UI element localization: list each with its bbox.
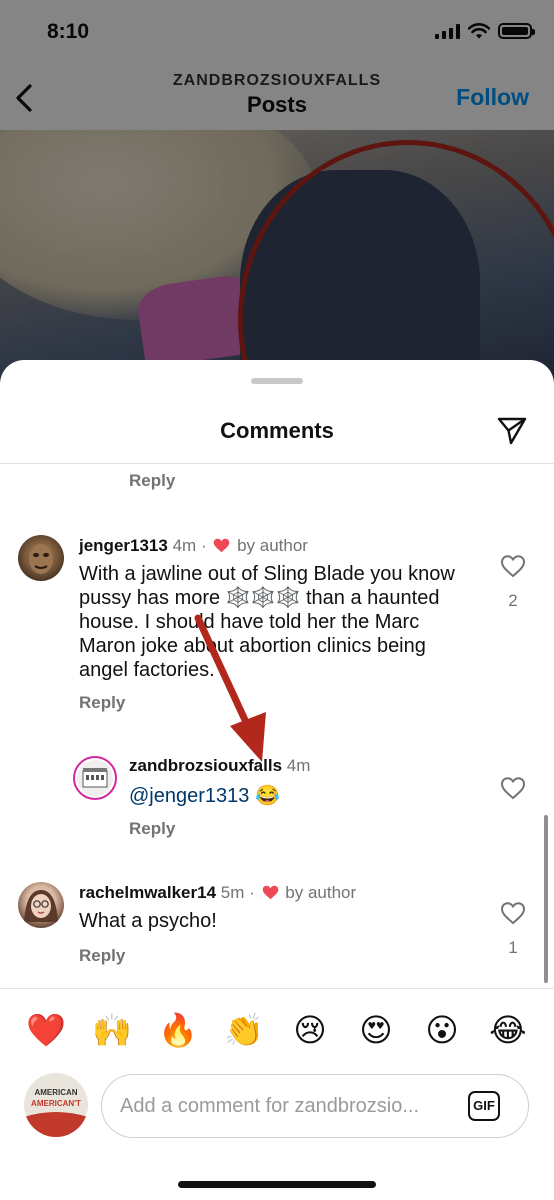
comment-username[interactable]: jenger1313 — [79, 536, 168, 555]
comment-time: 4m — [172, 536, 197, 555]
reaction-heart-eyes-emoji[interactable]: 😍 — [352, 1008, 400, 1052]
like-heart-icon[interactable] — [500, 776, 526, 800]
avatar[interactable] — [73, 756, 117, 800]
sheet-divider — [0, 463, 554, 464]
reaction-crying-emoji[interactable]: 😢 — [286, 1008, 334, 1052]
reaction-heart-emoji[interactable]: ❤️ — [22, 1008, 70, 1052]
sheet-title: Comments — [220, 418, 334, 443]
avatar[interactable] — [18, 535, 64, 581]
comment-time: 5m — [220, 883, 245, 902]
reply-button[interactable]: Reply — [79, 946, 125, 966]
comment-text: @jenger1313 😂 — [129, 784, 280, 808]
reaction-surprised-emoji[interactable]: 😮 — [418, 1008, 466, 1052]
reaction-clap-emoji[interactable]: 👏 — [220, 1008, 268, 1052]
svg-text:AMERICAN: AMERICAN — [34, 1088, 77, 1097]
comment-input[interactable] — [120, 1075, 450, 1137]
meta-separator: · — [200, 536, 207, 555]
by-author-label: by author — [237, 536, 308, 555]
reaction-raised-hands-emoji[interactable]: 🙌 — [88, 1008, 136, 1052]
by-author-label: by author — [285, 883, 357, 902]
liked-by-author-heart-icon — [262, 885, 278, 900]
comment-username[interactable]: rachelmwalker14 — [79, 883, 216, 902]
meta-separator: · — [249, 883, 255, 902]
comment-meta: jenger1313 4m · by author — [79, 536, 308, 556]
avatar[interactable] — [18, 882, 64, 928]
comment-meta: zandbrozsiouxfalls 4m — [129, 756, 310, 776]
quick-reactions-bar: ❤️ 🙌 🔥 👏 😢 😍 😮 😂 — [22, 1008, 532, 1052]
modal-backdrop[interactable] — [0, 0, 554, 420]
like-heart-icon[interactable] — [500, 554, 526, 578]
reaction-laughing-emoji[interactable]: 😂 — [484, 1008, 532, 1052]
comments-sheet: Comments Reply jenger1313 4m · by author… — [0, 360, 554, 1200]
comment-text: What a psycho! — [79, 910, 217, 932]
reply-button[interactable]: Reply — [129, 471, 175, 491]
comment-meta: rachelmwalker14 5m · by author — [79, 883, 356, 903]
like-count: 2 — [508, 591, 518, 610]
current-user-avatar[interactable]: AMERICAN AMERICAN'T — [24, 1073, 88, 1137]
share-send-icon[interactable] — [496, 414, 528, 446]
comment-composer: GIF — [101, 1074, 529, 1138]
scrollbar[interactable] — [544, 815, 548, 983]
comment-time: 4m — [286, 756, 311, 775]
svg-text:AMERICAN'T: AMERICAN'T — [31, 1099, 81, 1108]
liked-by-author-heart-icon — [214, 538, 230, 553]
reaction-fire-emoji[interactable]: 🔥 — [154, 1008, 202, 1052]
like-count: 1 — [508, 938, 518, 957]
sheet-grabber[interactable] — [251, 378, 303, 384]
like-heart-icon[interactable] — [500, 901, 526, 925]
reply-button[interactable]: Reply — [129, 819, 175, 839]
mention-link[interactable]: @jenger1313 — [129, 785, 249, 807]
comment-text: With a jawline out of Sling Blade you kn… — [79, 563, 455, 681]
comment-emoji: 😂 — [254, 785, 280, 807]
gif-button[interactable]: GIF — [468, 1091, 500, 1121]
comment-username[interactable]: zandbrozsiouxfalls — [129, 756, 282, 775]
background-post-screen: 8:10 ZANDBROZSIOUXFALLS Posts Follow — [0, 0, 554, 420]
reply-button[interactable]: Reply — [79, 693, 125, 713]
home-indicator[interactable] — [178, 1181, 376, 1188]
reactions-divider — [0, 988, 554, 989]
